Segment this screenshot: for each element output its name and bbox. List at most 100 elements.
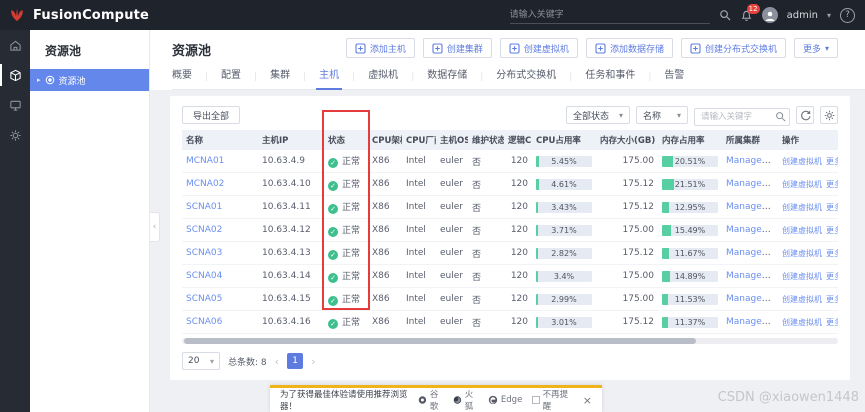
- tab-5[interactable]: 虚拟机: [355, 64, 411, 90]
- column-settings-button[interactable]: [820, 106, 838, 124]
- more-actions-link[interactable]: 更多: [826, 157, 838, 166]
- nav-system[interactable]: [0, 120, 30, 150]
- search-icon[interactable]: [775, 107, 786, 126]
- cluster-link[interactable]: ManagementClus: [726, 271, 778, 281]
- create-vm-link[interactable]: 创建虚拟机: [782, 180, 822, 189]
- add-datastore-button[interactable]: 添加数据存储 ▾: [585, 38, 673, 58]
- page-number-current[interactable]: 1: [287, 353, 304, 369]
- status-filter-select[interactable]: 全部状态 ▾: [566, 106, 630, 124]
- nav-home[interactable]: [0, 30, 30, 60]
- cluster-link[interactable]: ManagementClus: [726, 202, 778, 212]
- home-icon: [9, 40, 21, 51]
- more-actions-link[interactable]: 更多: [826, 295, 838, 304]
- caret-down-icon: ▾: [618, 110, 623, 120]
- host-ip-cell: 10.63.4.14: [258, 264, 324, 288]
- username[interactable]: admin: [787, 10, 818, 21]
- tab-7[interactable]: 分布式交换机: [483, 64, 569, 90]
- sidebar-collapse-handle[interactable]: ‹: [150, 212, 160, 242]
- host-name-link[interactable]: SCNA04: [186, 271, 222, 281]
- dont-remind-checkbox[interactable]: 不再提醒: [532, 388, 572, 412]
- create-vm-link[interactable]: 创建虚拟机: [782, 226, 822, 235]
- more-actions-link[interactable]: 更多: [826, 272, 838, 281]
- create-vm-link[interactable]: 创建虚拟机: [782, 203, 822, 212]
- create-cluster-button[interactable]: 创建集群 ▾: [422, 38, 492, 58]
- global-search-input[interactable]: [509, 6, 710, 24]
- host-ip-cell: 10.63.4.10: [258, 172, 324, 196]
- create-vm-link[interactable]: 创建虚拟机: [782, 318, 822, 327]
- column-header: CPU架构: [368, 130, 402, 150]
- create-vm-button[interactable]: 创建虚拟机 ▾: [499, 38, 578, 58]
- next-page-button[interactable]: ›: [311, 355, 315, 368]
- table-row: SCNA01 10.63.4.11 ✓ 正常 X86 Intel euler 否 …: [182, 195, 838, 219]
- more-actions-link[interactable]: 更多: [826, 226, 838, 235]
- tab-2[interactable]: 配置: [208, 64, 254, 90]
- host-name-link[interactable]: SCNA06: [186, 317, 222, 327]
- cpu-vendor-cell: Intel: [402, 264, 436, 288]
- host-name-link[interactable]: SCNA01: [186, 202, 222, 212]
- export-all-button[interactable]: 导出全部: [182, 106, 241, 124]
- tab-6[interactable]: 数据存储: [414, 64, 480, 90]
- create-vm-link[interactable]: 创建虚拟机: [782, 272, 822, 281]
- create-dvs-button[interactable]: 创建分布式交换机 ▾: [680, 38, 786, 58]
- page-size-select[interactable]: 20 ▾: [182, 352, 220, 370]
- host-name-link[interactable]: SCNA03: [186, 248, 222, 258]
- field-filter-select[interactable]: 名称 ▾: [636, 106, 688, 124]
- cluster-link[interactable]: ManagementClus: [726, 179, 778, 189]
- resource-pool-sidebar: 资源池 ▸ 资源池: [30, 30, 150, 412]
- memory-size-cell: 175.12: [596, 310, 658, 334]
- browser-firefox-link[interactable]: 火狐: [453, 388, 480, 412]
- cpu-arch-cell: X86: [368, 287, 402, 311]
- host-name-link[interactable]: MCNA02: [186, 179, 224, 189]
- avatar[interactable]: [761, 7, 778, 23]
- add-host-button[interactable]: 添加主机 ▾: [345, 38, 415, 58]
- browser-edge-link[interactable]: Edge: [488, 395, 522, 405]
- browser-chrome-link[interactable]: 谷歌: [418, 388, 445, 412]
- memory-usage-bar: 15.49%: [662, 224, 718, 236]
- search-icon[interactable]: [719, 9, 731, 21]
- more-button[interactable]: 更多 ▾: [793, 38, 838, 58]
- horizontal-scrollbar[interactable]: [184, 338, 696, 344]
- prev-page-button[interactable]: ‹: [275, 355, 279, 368]
- sidebar-title: 资源池: [45, 44, 82, 58]
- create-vm-link[interactable]: 创建虚拟机: [782, 295, 822, 304]
- cluster-link[interactable]: ManagementClus: [726, 294, 778, 304]
- tree-expand-icon[interactable]: ▸: [37, 76, 41, 84]
- more-actions-link[interactable]: 更多: [826, 318, 838, 327]
- user-caret-down-icon[interactable]: ▾: [827, 11, 831, 20]
- cpu-vendor-cell: Intel: [402, 241, 436, 265]
- cluster-link[interactable]: ManagementClus: [726, 156, 778, 166]
- help-icon[interactable]: ?: [840, 7, 855, 23]
- tab-9[interactable]: 告警: [651, 64, 697, 90]
- cluster-link[interactable]: ManagementClus: [726, 248, 778, 258]
- create-vm-link[interactable]: 创建虚拟机: [782, 157, 822, 166]
- more-actions-link[interactable]: 更多: [826, 203, 838, 212]
- column-header: 所属集群: [722, 130, 778, 150]
- host-ip-cell: 10.63.4.11: [258, 195, 324, 219]
- cpu-vendor-cell: Intel: [402, 218, 436, 242]
- cluster-link[interactable]: ManagementClus: [726, 225, 778, 235]
- column-header: 主机OS: [436, 130, 468, 150]
- tab-1[interactable]: 概要: [172, 64, 205, 90]
- tab-3[interactable]: 集群: [257, 64, 303, 90]
- cluster-link[interactable]: ManagementClus: [726, 317, 778, 327]
- nav-monitor[interactable]: [0, 90, 30, 120]
- refresh-button[interactable]: [796, 106, 814, 124]
- host-name-link[interactable]: MCNA01: [186, 156, 224, 166]
- more-actions-link[interactable]: 更多: [826, 249, 838, 258]
- host-name-link[interactable]: SCNA05: [186, 294, 222, 304]
- banner-close-icon[interactable]: ×: [583, 394, 592, 407]
- tab-8[interactable]: 任务和事件: [572, 64, 648, 90]
- maintenance-status-cell: 否: [468, 264, 504, 288]
- cpu-arch-cell: X86: [368, 264, 402, 288]
- nav-resource-pool[interactable]: [0, 60, 30, 90]
- status-filter-value: 全部状态: [573, 111, 610, 122]
- host-name-link[interactable]: SCNA02: [186, 225, 222, 235]
- more-actions-link[interactable]: 更多: [826, 180, 838, 189]
- sidebar-tree-item-resource-pool[interactable]: ▸ 资源池: [30, 69, 149, 91]
- memory-size-cell: 175.00: [596, 150, 658, 173]
- tab-4[interactable]: 主机: [306, 64, 352, 90]
- maintenance-status-cell: 否: [468, 241, 504, 265]
- checkbox-icon[interactable]: [532, 396, 540, 404]
- notifications-bell-icon[interactable]: 12: [740, 3, 760, 22]
- create-vm-link[interactable]: 创建虚拟机: [782, 249, 822, 258]
